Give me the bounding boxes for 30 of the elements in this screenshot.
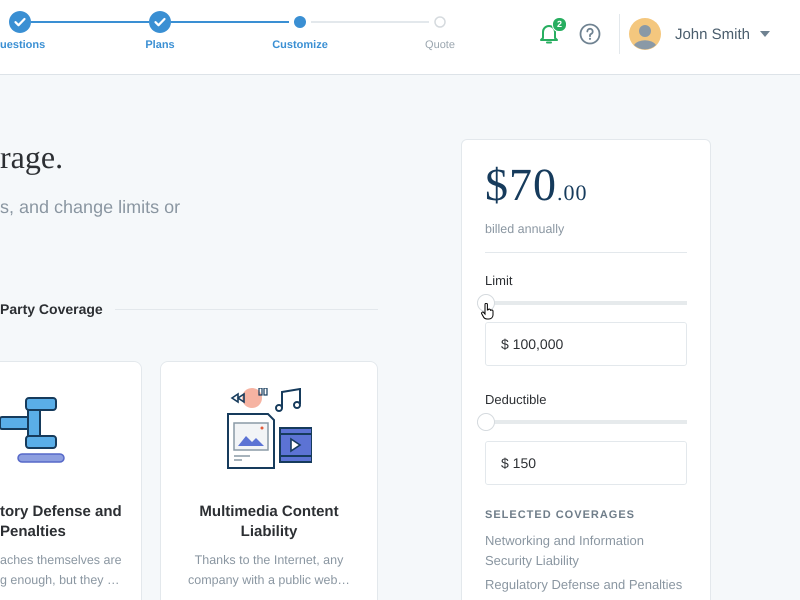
user-menu-button[interactable]: John Smith (674, 26, 770, 42)
slider-label: Limit (485, 273, 514, 288)
help-icon[interactable] (578, 23, 601, 45)
card-description: aches themselves are g enough, but they … (0, 552, 123, 589)
card-title: tory Defense and Penalties (0, 502, 123, 542)
page-heading: rage. (0, 138, 64, 177)
amount-input-field[interactable]: $ 150 (485, 441, 687, 485)
slider-label: Deductible (485, 392, 548, 407)
amount-input-field[interactable]: $ 100,000 (485, 322, 687, 366)
step-label[interactable]: Customize (272, 39, 328, 51)
slider-thumb[interactable] (477, 413, 495, 431)
page-subtitle: s, and change limits or (0, 196, 182, 219)
notification-bell-icon[interactable] (538, 23, 559, 45)
card-description: Thanks to the Internet, any company with a public web… (187, 552, 351, 589)
step-label[interactable]: Plans (145, 39, 175, 51)
hand-cursor-icon (481, 303, 494, 320)
step-label[interactable]: uestions (0, 39, 46, 51)
coverage-card[interactable]: tory Defense and Penalties aches themselves are g enough, but they … (0, 361, 142, 600)
gavel-drawing (0, 396, 67, 464)
caret-icon (760, 31, 770, 37)
selected-coverage-item: Networking and Information Security Liability (485, 532, 645, 570)
section-title: Party Coverage (0, 301, 103, 317)
coverage-card[interactable]: Multimedia Content Liability Thanks to the Internet, any company with a public web… (160, 361, 378, 600)
billing-period: billed annually (485, 222, 566, 236)
card-title: Multimedia Content Liability (198, 502, 340, 542)
price: $70.00 (485, 160, 588, 212)
selected-coverages-heading: SELECTED COVERAGES (485, 509, 636, 521)
notification-count-badge: 2 (552, 17, 567, 32)
selected-coverage-item: Regulatory Defense and Penalties (485, 576, 684, 594)
avatar-icon[interactable] (628, 18, 661, 50)
